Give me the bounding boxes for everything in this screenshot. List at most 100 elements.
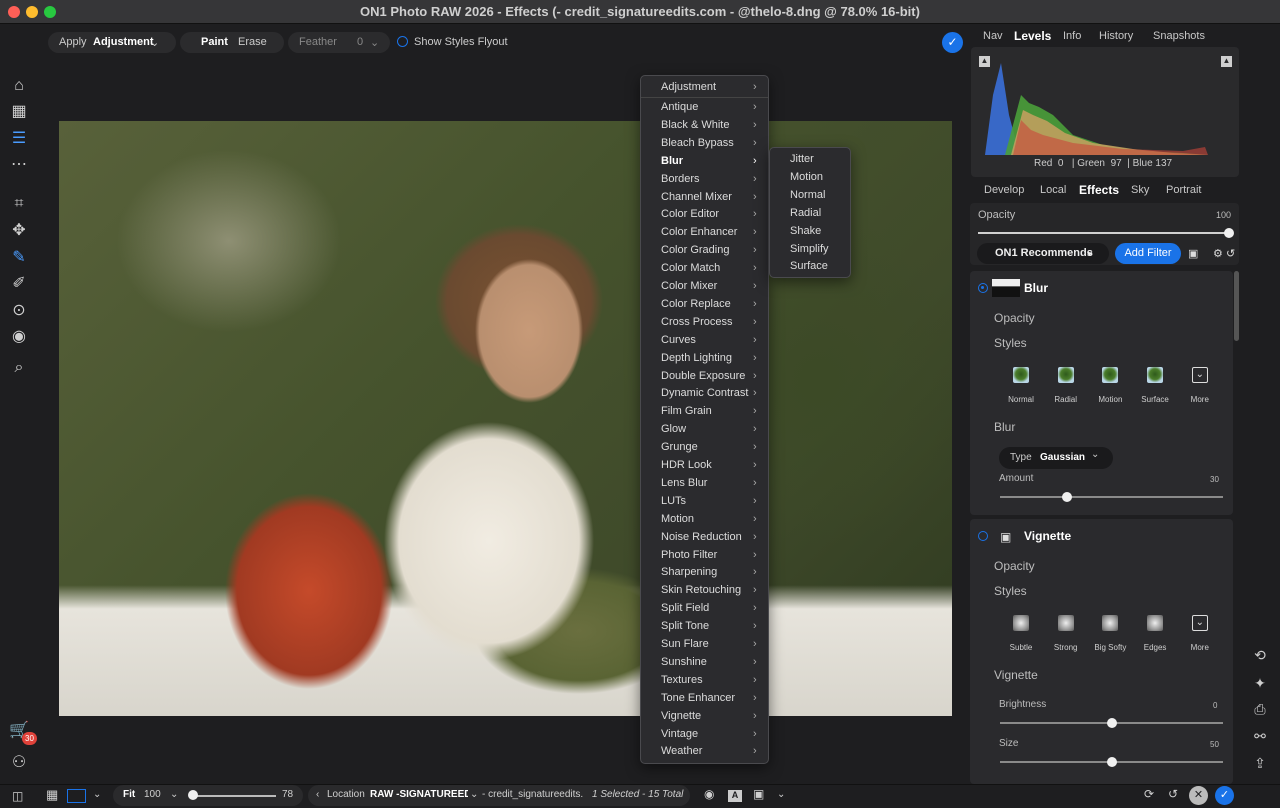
submenu-item[interactable]: Surface xyxy=(790,260,828,272)
menu-item[interactable]: Color Enhancer xyxy=(661,226,737,238)
amount-slider-knob[interactable] xyxy=(1061,492,1072,502)
share-nodes-icon[interactable]: ⚯ xyxy=(1250,728,1270,748)
tab-snapshots[interactable]: Snapshots xyxy=(1153,30,1205,42)
menu-item[interactable]: Motion xyxy=(661,513,694,525)
amount-slider[interactable] xyxy=(1000,496,1223,498)
menu-item[interactable]: Color Grading xyxy=(661,244,729,256)
tab-portrait[interactable]: Portrait xyxy=(1166,184,1201,196)
apply-adjustment-dropdown[interactable]: Apply Adjustment ⌄ xyxy=(48,32,176,53)
eye-icon[interactable]: ◉ xyxy=(704,787,714,801)
tab-info[interactable]: Info xyxy=(1063,30,1081,42)
menu-item[interactable]: Blur xyxy=(661,155,683,167)
menu-item[interactable]: Weather xyxy=(661,745,702,757)
tab-sky[interactable]: Sky xyxy=(1131,184,1149,196)
menu-item[interactable]: Depth Lighting xyxy=(661,352,732,364)
tab-history[interactable]: History xyxy=(1099,30,1133,42)
menu-item[interactable]: Sharpening xyxy=(661,566,717,578)
menu-item[interactable]: Color Editor xyxy=(661,208,719,220)
menu-item[interactable]: Antique xyxy=(661,101,698,113)
gear-icon[interactable]: ⚙ xyxy=(1213,247,1223,260)
menu-item[interactable]: Color Mixer xyxy=(661,280,717,292)
menu-item[interactable]: Split Field xyxy=(661,602,709,614)
apply-check-icon[interactable]: ✓ xyxy=(1215,786,1234,805)
add-filter-button[interactable]: Add Filter xyxy=(1115,243,1181,264)
export-icon[interactable]: ⇪ xyxy=(1250,755,1270,775)
size-slider-knob[interactable] xyxy=(1106,757,1117,767)
menu-item[interactable]: Curves xyxy=(661,334,696,346)
feather-control[interactable]: Feather 0 ⌄ xyxy=(288,32,390,53)
single-view-icon[interactable] xyxy=(67,789,86,803)
mask-view-icon[interactable]: ▣ xyxy=(753,787,764,801)
mask-brush-icon[interactable]: ✎ xyxy=(9,248,29,268)
menu-item[interactable]: Textures xyxy=(661,674,703,686)
reset-icon[interactable]: ↺ xyxy=(1226,247,1235,260)
fingerprint-icon[interactable]: ◉ xyxy=(9,327,29,347)
menu-item[interactable]: Cross Process xyxy=(661,316,733,328)
style-thumbnail-icon[interactable] xyxy=(1102,615,1119,631)
style-thumbnail-icon[interactable] xyxy=(1102,367,1119,383)
panel-toggle-icon[interactable]: ◫ xyxy=(12,789,23,803)
on1-recommends-dropdown[interactable]: ON1 Recommends ⌄ xyxy=(977,243,1109,264)
menu-item[interactable]: Split Tone xyxy=(661,620,709,632)
submenu-item[interactable]: Normal xyxy=(790,189,825,201)
filter-enable-toggle[interactable] xyxy=(978,531,988,541)
sync-icon[interactable]: ⟳ xyxy=(1144,787,1154,801)
zoom-slider-knob[interactable] xyxy=(188,790,198,800)
menu-item[interactable]: Color Match xyxy=(661,262,720,274)
chevron-down-icon[interactable]: ⌄ xyxy=(93,789,101,800)
done-checkmark-icon[interactable]: ✓ xyxy=(942,32,963,53)
panel-scrollbar[interactable] xyxy=(1234,271,1239,341)
grid-view-icon[interactable]: ▦ xyxy=(46,787,58,803)
tab-local[interactable]: Local xyxy=(1040,184,1066,196)
more-icon[interactable]: ⋯ xyxy=(9,155,29,175)
chevron-down-icon[interactable]: ⌄ xyxy=(777,789,785,800)
paint-erase-toggle[interactable]: Paint Erase xyxy=(180,32,284,53)
submenu-item[interactable]: Motion xyxy=(790,171,823,183)
submenu-item[interactable]: Jitter xyxy=(790,153,814,165)
tab-effects[interactable]: Effects xyxy=(1079,183,1119,197)
crop-icon[interactable]: ⌗ xyxy=(9,194,29,214)
menu-item[interactable]: Film Grain xyxy=(661,405,712,417)
menu-item[interactable]: Black & White xyxy=(661,119,729,131)
menu-item[interactable]: Bleach Bypass xyxy=(661,137,734,149)
history-icon[interactable]: ⟲ xyxy=(1250,647,1270,667)
menu-item[interactable]: Photo Filter xyxy=(661,549,717,561)
text-overlay-icon[interactable]: A xyxy=(728,790,742,802)
menu-item[interactable]: Noise Reduction xyxy=(661,531,742,543)
menu-item[interactable]: Double Exposure xyxy=(661,370,745,382)
menu-item[interactable]: Tone Enhancer xyxy=(661,692,735,704)
opacity-slider[interactable] xyxy=(978,232,1231,234)
grid-icon[interactable]: ▦ xyxy=(9,102,29,122)
menu-item[interactable]: Grunge xyxy=(661,441,698,453)
sliders-icon[interactable]: ☰ xyxy=(9,129,29,149)
style-thumbnail-icon[interactable] xyxy=(1057,367,1074,383)
zoom-hand-icon[interactable]: ⌕ xyxy=(9,358,29,378)
menu-item[interactable]: Glow xyxy=(661,423,686,435)
mask-icon[interactable]: ▣ xyxy=(1188,247,1198,260)
menu-item[interactable]: Skin Retouching xyxy=(661,584,741,596)
chevron-down-icon[interactable]: ⌄ xyxy=(170,789,178,800)
menu-item[interactable]: Channel Mixer xyxy=(661,191,732,203)
style-thumbnail-icon[interactable] xyxy=(1013,367,1029,383)
menu-item[interactable]: Vignette xyxy=(661,710,701,722)
menu-item[interactable]: HDR Look xyxy=(661,459,712,471)
more-styles-icon[interactable]: ⌄ xyxy=(1191,367,1208,383)
menu-item[interactable]: Color Replace xyxy=(661,298,731,310)
tab-nav[interactable]: Nav xyxy=(983,30,1003,42)
more-styles-icon[interactable]: ⌄ xyxy=(1191,615,1208,631)
style-thumbnail-icon[interactable] xyxy=(1147,615,1164,631)
style-thumbnail-icon[interactable] xyxy=(1013,615,1029,631)
chevron-left-icon[interactable]: ‹ xyxy=(316,789,319,800)
submenu-item[interactable]: Radial xyxy=(790,207,821,219)
account-icon[interactable]: ⚇ xyxy=(9,753,29,773)
brightness-slider-knob[interactable] xyxy=(1106,718,1117,728)
style-thumbnail-icon[interactable] xyxy=(1057,615,1074,631)
menu-item[interactable]: Vintage xyxy=(661,728,698,740)
paint-button[interactable]: Paint xyxy=(201,36,228,48)
home-icon[interactable]: ⌂ xyxy=(9,76,29,96)
tab-levels[interactable]: Levels xyxy=(1014,29,1051,43)
move-icon[interactable]: ✥ xyxy=(9,221,29,241)
clone-icon[interactable]: ⊙ xyxy=(9,301,29,321)
location-value[interactable]: RAW -SIGNATUREED xyxy=(370,789,468,800)
menu-item[interactable]: Dynamic Contrast xyxy=(661,387,748,399)
